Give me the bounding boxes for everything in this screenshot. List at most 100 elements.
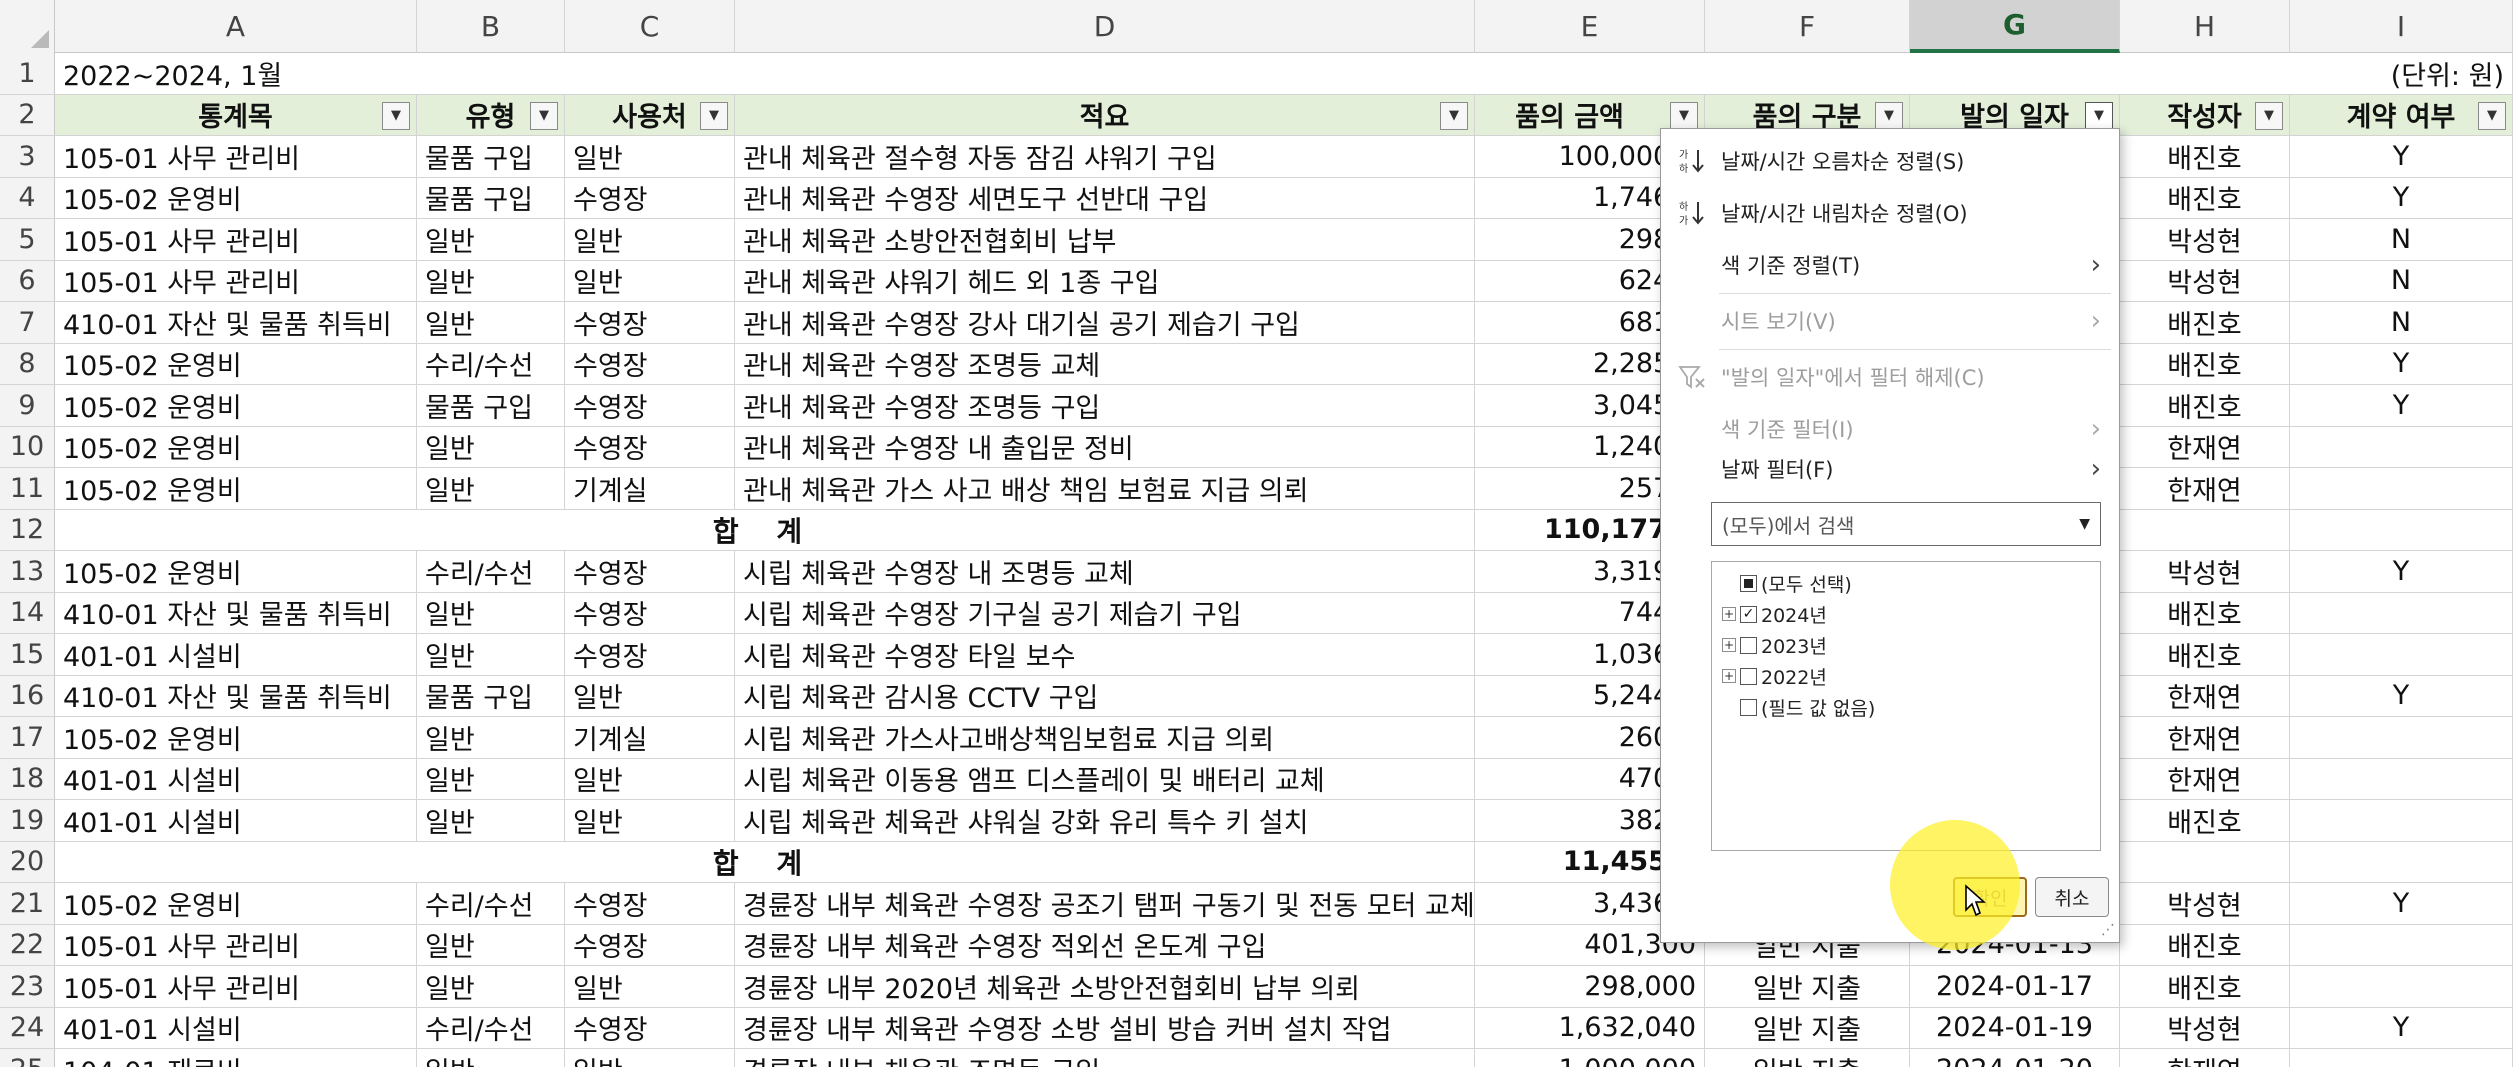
cell-place[interactable]: 수영장 — [565, 634, 735, 675]
cell-description[interactable]: 경륜장 내부 체육관 조명등 구입 — [735, 1049, 1475, 1067]
header-cell[interactable]: 통계목 ▼ — [55, 94, 417, 135]
cell-type[interactable]: 일반 — [417, 924, 565, 965]
row-number[interactable]: 24 — [0, 1007, 55, 1048]
cell-author[interactable]: 한재연 — [2120, 675, 2290, 716]
cell-type[interactable]: 물품 구입 — [417, 136, 565, 177]
cell-description[interactable]: 관내 체육관 소방안전협회비 납부 — [735, 219, 1475, 260]
cell-account[interactable]: 105-01 사무 관리비 — [55, 260, 417, 301]
cell-account[interactable]: 401-01 시설비 — [55, 800, 417, 841]
cell-amount[interactable]: 1,000,000 — [1475, 1049, 1705, 1067]
cell-author[interactable]: 한재연 — [2120, 717, 2290, 758]
row-number[interactable]: 6 — [0, 260, 55, 301]
cell-account[interactable]: 105-02 운영비 — [55, 343, 417, 384]
cell-description[interactable]: 관내 체육관 수영장 내 출입문 정비 — [735, 426, 1475, 467]
row-number[interactable]: 20 — [0, 841, 55, 882]
cell-account[interactable]: 105-02 운영비 — [55, 177, 417, 218]
cell-description[interactable]: 시립 체육관 가스사고배상책임보험료 지급 의뢰 — [735, 717, 1475, 758]
row-number[interactable]: 15 — [0, 634, 55, 675]
header-cell[interactable]: 적요 ▼ — [735, 94, 1475, 135]
cell-description[interactable]: 경륜장 내부 체육관 수영장 소방 설비 방습 커버 설치 작업 — [735, 1007, 1475, 1048]
cell-contract[interactable] — [2290, 924, 2513, 965]
cell-date[interactable]: 2024-01-19 — [1910, 1007, 2120, 1048]
expand-plus-icon[interactable]: + — [1722, 638, 1736, 652]
cell-account[interactable]: 401-01 시설비 — [55, 758, 417, 799]
expand-plus-icon[interactable]: + — [1722, 669, 1736, 683]
row-number[interactable]: 21 — [0, 883, 55, 924]
row-number[interactable]: 10 — [0, 426, 55, 467]
row-number[interactable]: 18 — [0, 758, 55, 799]
checkbox[interactable] — [1740, 698, 1757, 716]
cell-type[interactable]: 일반 — [417, 717, 565, 758]
cell-place[interactable]: 일반 — [565, 1049, 735, 1067]
cell-description[interactable]: 경륜장 내부 2020년 체육관 소방안전협회비 납부 의뢰 — [735, 966, 1475, 1007]
cell-type[interactable]: 일반 — [417, 468, 565, 509]
cell-author[interactable]: 배진호 — [2120, 343, 2290, 384]
cell-h[interactable] — [2120, 841, 2290, 882]
filter-dropdown-icon[interactable]: ▼ — [2478, 101, 2506, 130]
row-number[interactable]: 12 — [0, 509, 55, 550]
cell-account[interactable]: 105-02 운영비 — [55, 883, 417, 924]
cell-place[interactable]: 일반 — [565, 966, 735, 1007]
cell-amount[interactable]: 298,000 — [1475, 966, 1705, 1007]
subtotal-label[interactable]: 합 계 — [55, 509, 1475, 550]
cell-account[interactable]: 105-02 운영비 — [55, 551, 417, 592]
cell-contract[interactable]: Y — [2290, 177, 2513, 218]
cell-date[interactable]: 2024-01-20 — [1910, 1049, 2120, 1067]
row-number[interactable]: 23 — [0, 966, 55, 1007]
row-number[interactable]: 11 — [0, 468, 55, 509]
filter-dropdown-icon[interactable]: ▼ — [2085, 101, 2113, 130]
filter-tree-item[interactable]: +2023년 — [1722, 630, 1827, 660]
row-number[interactable]: 22 — [0, 924, 55, 965]
cell-type[interactable]: 수리/수선 — [417, 343, 565, 384]
cell-account[interactable]: 105-02 운영비 — [55, 717, 417, 758]
cell-date[interactable]: 2024-01-17 — [1910, 966, 2120, 1007]
cell-contract[interactable]: Y — [2290, 343, 2513, 384]
cell-description[interactable]: 시립 체육관 체육관 샤워실 강화 유리 특수 키 설치 — [735, 800, 1475, 841]
cell-author[interactable]: 배진호 — [2120, 592, 2290, 633]
filter-tree-item[interactable]: (모두 선택) — [1740, 568, 1852, 598]
row-number[interactable]: 1 — [0, 53, 55, 94]
cell-place[interactable]: 일반 — [565, 758, 735, 799]
cell-description[interactable]: 시립 체육관 감시용 CCTV 구입 — [735, 675, 1475, 716]
cell-author[interactable]: 배진호 — [2120, 177, 2290, 218]
filter-search-input[interactable]: (모두)에서 검색 ▼ — [1711, 502, 2101, 546]
cell-description[interactable]: 관내 체육관 수영장 조명등 구입 — [735, 385, 1475, 426]
cell-type[interactable]: 물품 구입 — [417, 177, 565, 218]
cell-contract[interactable]: N — [2290, 260, 2513, 301]
sheet-title[interactable]: 2022~2024, 1월 — [55, 53, 735, 94]
cell-contract[interactable] — [2290, 468, 2513, 509]
cell-author[interactable]: 배진호 — [2120, 385, 2290, 426]
cell-account[interactable]: 104-01 재료비 — [55, 1049, 417, 1067]
cell-account[interactable]: 401-01 시설비 — [55, 1007, 417, 1048]
cell-type[interactable]: 일반 — [417, 800, 565, 841]
cell-account[interactable]: 105-01 사무 관리비 — [55, 966, 417, 1007]
cell-author[interactable]: 배진호 — [2120, 136, 2290, 177]
cell-type[interactable]: 일반 — [417, 260, 565, 301]
cell-place[interactable]: 수영장 — [565, 385, 735, 426]
cell-category[interactable]: 일반 지출 — [1705, 1049, 1910, 1067]
cell-type[interactable]: 일반 — [417, 592, 565, 633]
cell-description[interactable]: 관내 체육관 샤워기 헤드 외 1종 구입 — [735, 260, 1475, 301]
filter-dropdown-icon[interactable]: ▼ — [1875, 101, 1903, 130]
cell-type[interactable]: 일반 — [417, 1049, 565, 1067]
cell-author[interactable]: 박성현 — [2120, 1007, 2290, 1048]
cell-contract[interactable] — [2290, 758, 2513, 799]
cell-account[interactable]: 410-01 자산 및 물품 취득비 — [55, 302, 417, 343]
cell-contract[interactable] — [2290, 634, 2513, 675]
cell-place[interactable]: 기계실 — [565, 468, 735, 509]
cell-place[interactable]: 일반 — [565, 260, 735, 301]
cell-type[interactable]: 수리/수선 — [417, 1007, 565, 1048]
cell-place[interactable]: 수영장 — [565, 883, 735, 924]
checkbox[interactable] — [1740, 605, 1757, 623]
column-header-c[interactable]: C — [565, 0, 735, 53]
cell-account[interactable]: 410-01 자산 및 물품 취득비 — [55, 592, 417, 633]
expand-plus-icon[interactable]: + — [1722, 607, 1736, 621]
filter-dropdown-icon[interactable]: ▼ — [1670, 101, 1698, 130]
row-number[interactable]: 8 — [0, 343, 55, 384]
cell-description[interactable]: 관내 체육관 수영장 조명등 교체 — [735, 343, 1475, 384]
row-number[interactable]: 17 — [0, 717, 55, 758]
cell-place[interactable]: 수영장 — [565, 426, 735, 467]
cell-type[interactable]: 수리/수선 — [417, 883, 565, 924]
cell-author[interactable]: 배진호 — [2120, 634, 2290, 675]
cell-place[interactable]: 수영장 — [565, 924, 735, 965]
